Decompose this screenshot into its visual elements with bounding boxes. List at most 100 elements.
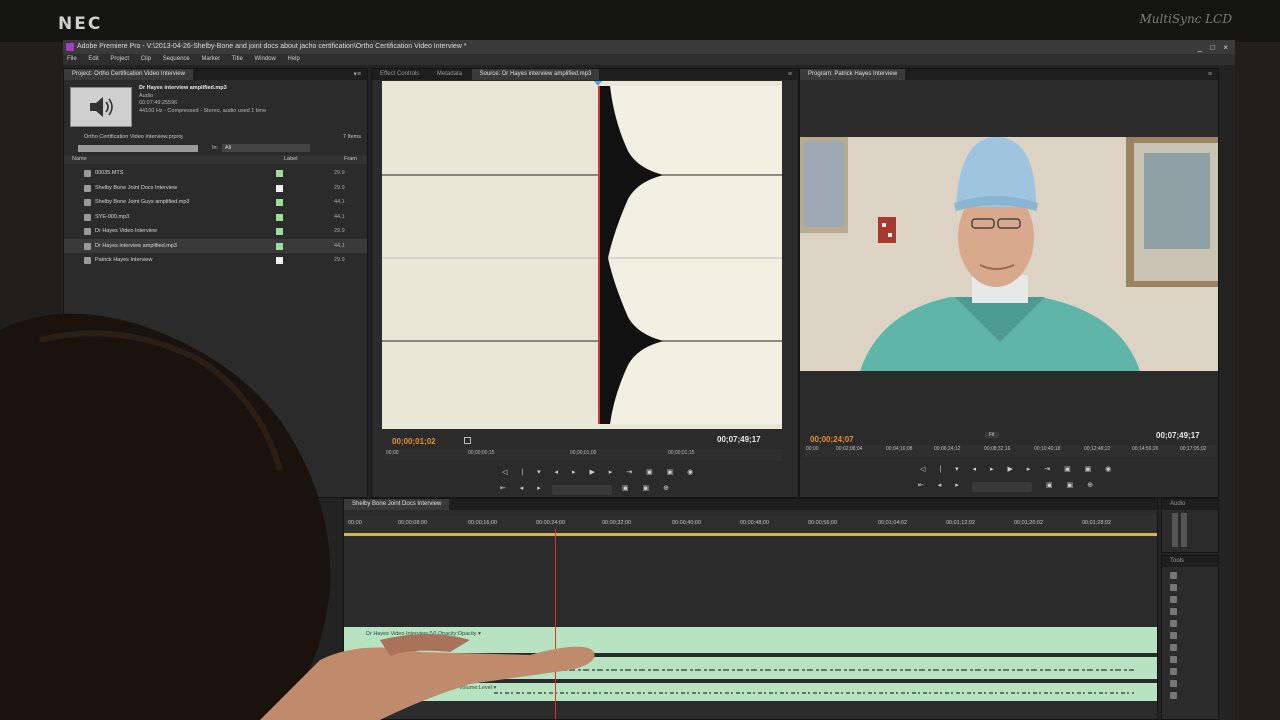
audio-track-2[interactable]: Volume:Level ▾ — [344, 683, 1157, 701]
label-color-swatch — [276, 242, 283, 250]
project-list-item[interactable]: Shelby Bone Joint Guys amplified.mp3 44,1 — [64, 195, 367, 210]
program-lift-extract[interactable]: ▣ ▣ ⊕ — [1046, 481, 1099, 489]
source-insert-overwrite[interactable]: ▣ ▣ ⊕ — [622, 484, 675, 492]
track-select-tool-icon[interactable] — [1170, 584, 1177, 591]
menu-project[interactable]: Project — [110, 56, 129, 62]
premiere-screen: Adobe Premiere Pro - V:\2013-04-26-Shelb… — [63, 40, 1235, 720]
project-item-name: Dr Hayes interview amplified.mp3 — [95, 242, 177, 249]
menu-window[interactable]: Window — [254, 56, 275, 62]
project-item-rate: 44,1 — [334, 242, 345, 249]
tab-metadata[interactable]: Metadata — [429, 69, 470, 80]
timeline-ruler-tick: 00;00;32;00 — [602, 520, 632, 526]
program-jog-shuttle[interactable] — [972, 482, 1032, 492]
program-tab-row: Program: Patrick Hayes Interview ≡ — [800, 69, 1218, 80]
clip-name: Dr Hayes interview amplified.mp3 — [139, 85, 227, 91]
project-list-item[interactable]: Patrick Hayes Interview 29.9 — [64, 253, 367, 268]
project-item-rate: 29.9 — [334, 257, 345, 263]
tools-panel: Tools — [1161, 555, 1219, 720]
program-monitor-panel: Program: Patrick Hayes Interview ≡ 00;00… — [799, 68, 1219, 498]
panel-menu-icon[interactable]: ≡ — [1208, 69, 1212, 80]
in-dropdown[interactable]: All — [222, 144, 310, 152]
project-list-item[interactable]: Dr Hayes Video Interview 29.9 — [64, 224, 367, 239]
label-color-swatch — [276, 257, 283, 264]
source-transport-controls[interactable]: ◁ | ▾ ◂ ▸ ▶ ▸ ⇥ ▣ ▣ ◉ — [502, 468, 699, 476]
window-title: Adobe Premiere Pro - V:\2013-04-26-Shelb… — [77, 43, 467, 50]
rolling-edit-tool-icon[interactable] — [1170, 608, 1177, 615]
column-name[interactable]: Name — [72, 155, 87, 164]
audio-waveform-display[interactable] — [382, 81, 782, 429]
project-item-rate: 29.9 — [334, 170, 345, 176]
menu-edit[interactable]: Edit — [88, 56, 98, 62]
menu-marker[interactable]: Marker — [201, 56, 220, 62]
menu-file[interactable]: File — [67, 56, 77, 62]
slip-tool-icon[interactable] — [1170, 644, 1177, 651]
program-current-timecode[interactable]: 00;00;24;07 — [810, 435, 854, 444]
speaker-icon — [90, 97, 113, 117]
project-panel: Project: Ortho Certification Video Inter… — [63, 68, 368, 498]
column-rate[interactable]: Fram — [344, 155, 357, 164]
project-list-item[interactable]: Shelby Bone Joint Docs Interview 29.9 — [64, 181, 367, 196]
tab-effect-controls[interactable]: Effect Controls — [372, 69, 427, 80]
timeline-ruler-tick: 00;01;04;02 — [878, 520, 908, 526]
menu-help[interactable]: Help — [287, 56, 299, 62]
program-ruler-tick: 00;10;40;18 — [1034, 446, 1061, 452]
project-column-header: Name Label Fram — [64, 155, 367, 164]
item-count: 7 Items — [342, 134, 361, 140]
work-area-bar[interactable] — [344, 533, 1157, 536]
project-item-name: 00035.MTS — [95, 170, 124, 176]
search-input[interactable] — [78, 145, 198, 152]
source-tab-row: Effect Controls Metadata Source: Dr Haye… — [372, 69, 798, 80]
source-current-timecode[interactable]: 00;00;01;02 — [392, 437, 436, 446]
project-list-item[interactable]: 00035.MTS 29.9 — [64, 166, 367, 181]
program-transport-controls[interactable]: ◁ | ▾ ◂ ▸ ▶ ▸ ⇥ ▣ ▣ ◉ — [920, 465, 1117, 473]
source-jog-shuttle[interactable] — [552, 485, 612, 495]
source-time-ruler[interactable]: 00;00 00;00;00;15 00;00;01;00 00;00;01;1… — [384, 449, 782, 461]
audio-meter-left — [1172, 513, 1178, 547]
hand-tool-icon[interactable] — [1170, 680, 1177, 687]
clip-preview-thumbnail — [70, 87, 132, 127]
program-ruler-tick: 00;06;24;12 — [934, 446, 961, 452]
project-list-item[interactable]: Dr Hayes interview amplified.mp3 44,1 — [64, 238, 367, 253]
source-transport-controls-2[interactable]: ⇤ ◂ ▸ — [500, 484, 547, 492]
window-controls[interactable]: _ □ × — [1198, 41, 1231, 55]
program-video-frame[interactable] — [800, 137, 1218, 371]
project-item-name: Shelby Bone Joint Docs Interview — [95, 184, 177, 191]
program-transport-controls-2[interactable]: ⇤ ◂ ▸ — [918, 481, 965, 489]
premiere-app-icon — [66, 43, 74, 51]
menu-title[interactable]: Title — [232, 56, 243, 62]
clip-type: Audio — [139, 92, 154, 99]
pen-tool-icon[interactable] — [1170, 668, 1177, 675]
tab-project[interactable]: Project: Ortho Certification Video Inter… — [64, 69, 193, 80]
tab-audio-meters[interactable]: Audio — [1162, 499, 1193, 510]
column-label[interactable]: Label — [284, 155, 297, 164]
timeline-ruler-tick: 00;01;20;02 — [1014, 520, 1044, 526]
audio-track-1[interactable]: Dr Hayes Video Interview [A] Volume:Leve… — [344, 657, 1157, 679]
slide-tool-icon[interactable] — [1170, 656, 1177, 663]
razor-tool-icon[interactable] — [1170, 632, 1177, 639]
ripple-edit-tool-icon[interactable] — [1170, 596, 1177, 603]
clip-type-icon — [84, 184, 91, 192]
clip-type-icon — [84, 257, 91, 264]
timeline-playhead[interactable] — [555, 529, 556, 719]
clip-marker-icon[interactable] — [464, 437, 471, 444]
video-track[interactable]: Dr Hayes Video Interview [V] Opacity:Opa… — [344, 627, 1157, 653]
panel-menu-icon[interactable]: ▾≡ — [353, 69, 361, 80]
tab-tools[interactable]: Tools — [1162, 556, 1192, 567]
selection-tool-icon[interactable] — [1170, 572, 1177, 579]
tab-program[interactable]: Program: Patrick Hayes Interview — [800, 69, 906, 80]
zoom-tool-icon[interactable] — [1170, 692, 1177, 699]
zoom-level-dropdown[interactable]: Fit — [985, 432, 999, 438]
rate-stretch-tool-icon[interactable] — [1170, 620, 1177, 627]
program-time-ruler[interactable]: 00;00 00;02;08;04 00;04;16;08 00;06;24;1… — [804, 445, 1216, 457]
audio-track-1-waveform — [494, 669, 1134, 671]
panel-menu-icon[interactable]: ≡ — [788, 69, 792, 80]
timeline-ruler-tick: 00;00 — [348, 520, 362, 526]
monitor-model: MultiSync LCD — [1139, 12, 1232, 26]
label-color-swatch — [276, 199, 283, 206]
tab-source[interactable]: Source: Dr Hayes interview amplified.mp3 — [471, 69, 600, 80]
menu-sequence[interactable]: Sequence — [163, 56, 190, 62]
clip-type-icon — [84, 242, 91, 250]
tab-sequence[interactable]: Shelby Bone Joint Docs Interview — [344, 499, 450, 510]
project-list-item[interactable]: SYE-000.mp3 44,1 — [64, 210, 367, 225]
menu-clip[interactable]: Clip — [141, 56, 151, 62]
